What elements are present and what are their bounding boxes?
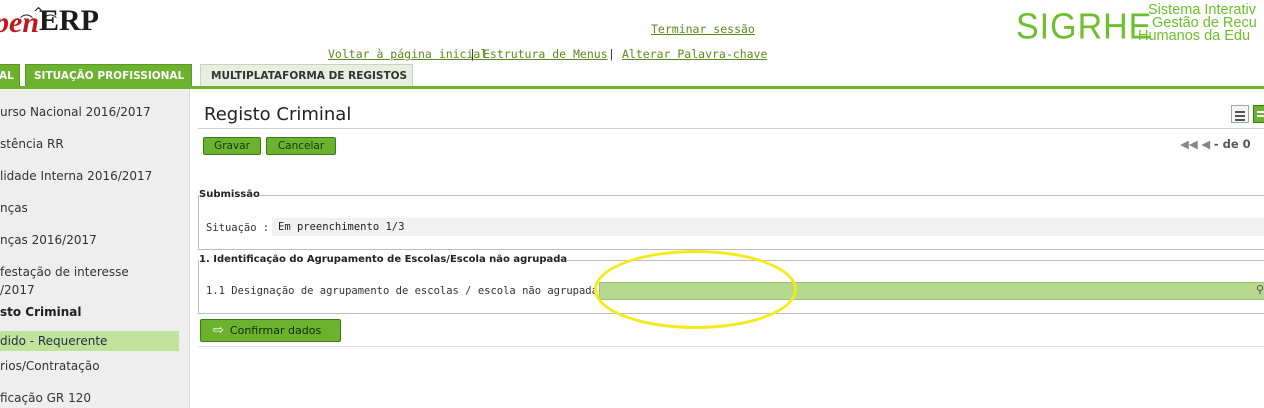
pager: ◀◀ ◀ - de 0: [1180, 137, 1251, 151]
situation-label: Situação :: [206, 222, 270, 234]
save-button-label: Gravar: [214, 140, 250, 152]
sidebar-item-licencas-2016[interactable]: nças 2016/2017: [0, 233, 97, 247]
cancel-button[interactable]: Cancelar: [266, 137, 336, 155]
page-title: Registo Criminal: [204, 104, 352, 125]
save-button[interactable]: Gravar: [203, 137, 261, 155]
sidebar-item-mobilidade-interna[interactable]: lidade Interna 2016/2017: [0, 169, 152, 183]
arrow-right-icon: ⇨: [213, 323, 224, 338]
sidebar-item-manifestacao-interesse-year[interactable]: /2017: [0, 283, 35, 297]
logout-link[interactable]: Terminar sessão: [651, 22, 755, 36]
sidebar-item-manifestacao-interesse[interactable]: festação de interesse: [0, 265, 129, 279]
prev-page-icon[interactable]: ◀: [1201, 137, 1210, 151]
link-separator: |: [469, 47, 476, 61]
menu-structure-link[interactable]: Estrutura de Menus: [483, 47, 608, 61]
bottom-divider: [198, 346, 1264, 347]
form-view-icon[interactable]: [1253, 105, 1264, 123]
sidebar-item-concurso-nacional[interactable]: urso Nacional 2016/2017: [0, 105, 151, 119]
sidebar-item-horarios-contratacao[interactable]: rios/Contratação: [0, 359, 100, 373]
tab-situacao-profissional[interactable]: SITUAÇÃO PROFISSIONAL: [25, 64, 192, 88]
search-icon[interactable]: ⚲: [1256, 283, 1264, 296]
confirm-data-label: Confirmar dados: [229, 324, 322, 337]
link-separator: |: [608, 47, 615, 61]
tab-multiplataforma-registos[interactable]: MULTIPLATAFORMA DE REGISTOS: [200, 64, 413, 88]
tab-geral[interactable]: AL: [0, 64, 20, 88]
home-link[interactable]: Voltar à página inicial: [328, 47, 487, 61]
sigrhe-subtitle: Sistema Interativ Gestão de Recu Humanos…: [1136, 3, 1264, 44]
sidebar-item-verificacao-gr120[interactable]: ficação GR 120: [0, 391, 91, 405]
list-view-icon[interactable]: [1231, 105, 1249, 123]
logo-pen-text: pen: [0, 6, 39, 39]
sidebar: urso Nacional 2016/2017 stência RR lidad…: [0, 89, 190, 408]
erp-logo: ︵^︵ penERP: [0, 4, 99, 44]
sidebar-item-pedido-requerente[interactable]: dido - Requerente: [0, 331, 179, 351]
highlight-annotation: [594, 250, 797, 329]
sigrhe-subtitle-line: Humanos da Edu: [1138, 28, 1251, 44]
tab-bar: AL SITUAÇÃO PROFISSIONAL MULTIPLATAFORMA…: [0, 64, 1264, 88]
submission-legend: Submissão: [199, 189, 260, 200]
first-page-icon[interactable]: ◀◀: [1180, 137, 1198, 151]
sidebar-item-registo-criminal[interactable]: sto Criminal: [0, 305, 82, 319]
cancel-button-label: Cancelar: [277, 140, 325, 152]
sigrhe-logo: SIGRHE: [1016, 7, 1153, 47]
confirm-data-button[interactable]: ⇨ Confirmar dados: [200, 319, 341, 342]
situation-value: Em preenchimento 1/3: [272, 218, 1264, 236]
title-divider: [198, 128, 1264, 129]
sidebar-item-licencas[interactable]: nças: [0, 201, 28, 215]
sidebar-item-assistencia-rr[interactable]: stência RR: [0, 137, 64, 151]
school-group-label: 1.1 Designação de agrupamento de escolas…: [206, 285, 611, 297]
identification-legend: 1. Identificação do Agrupamento de Escol…: [199, 254, 568, 265]
pager-text: - de 0: [1213, 137, 1251, 151]
change-password-link[interactable]: Alterar Palavra-chave: [622, 47, 767, 61]
